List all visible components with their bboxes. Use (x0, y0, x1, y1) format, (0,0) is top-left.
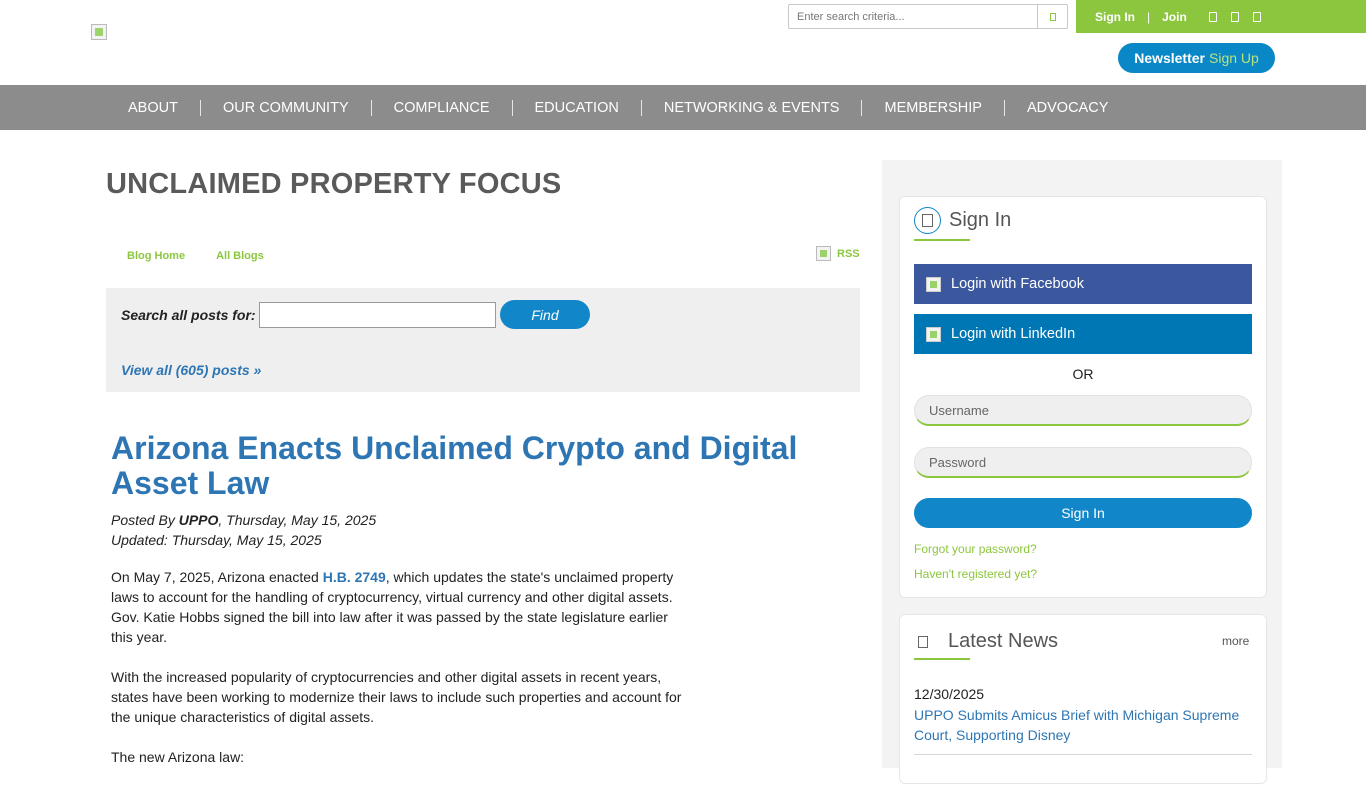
news-divider (914, 754, 1252, 755)
newsletter-signup-button[interactable]: Newsletter Sign Up (1118, 43, 1275, 73)
page-title: UNCLAIMED PROPERTY FOCUS (106, 168, 562, 200)
login-linkedin-button[interactable]: Login with LinkedIn (914, 314, 1252, 354)
site-logo[interactable] (91, 24, 107, 40)
view-all-posts-link[interactable]: View all (605) posts » (121, 362, 261, 378)
login-facebook-label: Login with Facebook (951, 276, 1084, 292)
sign-in-link[interactable]: Sign In (1095, 10, 1135, 24)
username-field[interactable] (915, 396, 1251, 424)
post-paragraph: With the increased popularity of cryptoc… (111, 669, 682, 725)
latest-news-title: Latest News (948, 630, 1059, 652)
join-link[interactable]: Join (1162, 10, 1187, 24)
register-link[interactable]: Haven't registered yet? (914, 567, 1037, 581)
newsletter-label: Newsletter (1134, 50, 1205, 66)
more-news-link[interactable]: more (1222, 634, 1249, 648)
nav-item-advocacy[interactable]: ADVOCACY (1005, 100, 1130, 116)
post-body: On May 7, 2025, Arizona enacted H.B. 274… (111, 567, 686, 787)
sign-in-button[interactable]: Sign In (914, 498, 1252, 528)
login-facebook-button[interactable]: Login with Facebook (914, 264, 1252, 304)
p1-before: On May 7, 2025, Arizona enacted (111, 569, 323, 585)
news-item-link[interactable]: UPPO Submits Amicus Brief with Michigan … (914, 705, 1252, 745)
login-linkedin-label: Login with LinkedIn (951, 326, 1076, 342)
newsletter-signup-label: Sign Up (1209, 50, 1259, 66)
nav-item-about[interactable]: ABOUT (106, 100, 200, 116)
nav-item-education[interactable]: EDUCATION (513, 100, 641, 116)
rss-link[interactable]: RSS (816, 246, 860, 261)
sign-in-header: Sign In (914, 207, 1011, 234)
post-search-panel: Search all posts for: Find View all (605… (106, 288, 860, 392)
facebook-icon[interactable] (1208, 11, 1217, 22)
rss-label: RSS (837, 247, 860, 260)
forgot-password-link[interactable]: Forgot your password? (914, 542, 1037, 556)
site-search-input[interactable] (789, 5, 1037, 28)
post-title[interactable]: Arizona Enacts Unclaimed Crypto and Digi… (111, 431, 831, 501)
all-blogs-link[interactable]: All Blogs (216, 250, 264, 262)
linkedin-icon (926, 326, 941, 342)
social-icons (1208, 11, 1261, 22)
linkedin-icon[interactable] (1252, 11, 1261, 22)
or-divider: OR (1072, 366, 1094, 382)
posted-by-line: Posted By UPPO, Thursday, May 15, 2025 (111, 510, 376, 530)
post-paragraph: On May 7, 2025, Arizona enacted H.B. 274… (111, 567, 686, 647)
post-search-input[interactable] (259, 302, 496, 328)
blog-home-link[interactable]: Blog Home (127, 250, 185, 262)
sign-in-underline (914, 239, 970, 241)
account-bar: Sign In | Join (1076, 0, 1366, 33)
main-nav: ABOUT OUR COMMUNITY COMPLIANCE EDUCATION… (0, 85, 1366, 130)
search-icon (1049, 12, 1056, 21)
latest-news-underline (914, 658, 970, 660)
find-button[interactable]: Find (500, 300, 590, 329)
sign-in-title: Sign In (949, 209, 1012, 231)
site-search (788, 4, 1068, 29)
latest-news-header: Latest News (914, 630, 1058, 653)
blog-links: Blog Home All Blogs (127, 250, 264, 262)
post-author: UPPO (178, 512, 219, 528)
nav-item-compliance[interactable]: COMPLIANCE (372, 100, 512, 116)
twitter-icon[interactable] (1230, 11, 1239, 22)
password-field[interactable] (915, 448, 1251, 476)
post-meta: Posted By UPPO, Thursday, May 15, 2025 U… (111, 510, 376, 550)
nav-item-membership[interactable]: MEMBERSHIP (862, 100, 1004, 116)
site-header: Sign In | Join Newsletter Sign Up (0, 0, 1366, 85)
posted-by-prefix: Posted By (111, 512, 179, 528)
post-paragraph: The new Arizona law: (111, 749, 245, 765)
news-icon (918, 635, 928, 648)
account-separator: | (1147, 9, 1151, 24)
password-field-wrap (914, 447, 1252, 478)
site-search-button[interactable] (1037, 5, 1067, 28)
facebook-icon (926, 276, 941, 292)
posted-date: , Thursday, May 15, 2025 (218, 512, 377, 528)
post-search-label: Search all posts for: (121, 307, 256, 323)
rss-icon (816, 246, 831, 261)
nav-item-our-community[interactable]: OUR COMMUNITY (201, 100, 371, 116)
bill-link[interactable]: H.B. 2749 (323, 569, 386, 585)
user-icon (914, 207, 941, 234)
news-date: 12/30/2025 (914, 686, 985, 702)
nav-item-networking-events[interactable]: NETWORKING & EVENTS (642, 100, 862, 116)
updated-date: Updated: Thursday, May 15, 2025 (111, 532, 322, 548)
username-field-wrap (914, 395, 1252, 426)
